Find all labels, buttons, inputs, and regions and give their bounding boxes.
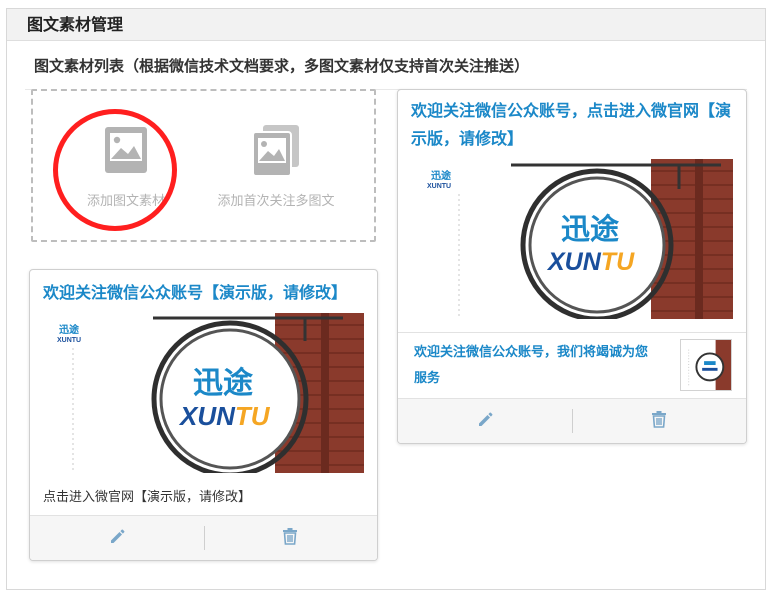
list-caption: 图文素材列表（根据微信技术文档要求，多图文素材仅支持首次关注推送） [34, 57, 530, 75]
cover-image: 迅途 XUNTU 迅途 XUNTU [411, 159, 733, 319]
pencil-icon [476, 410, 494, 432]
delete-button[interactable] [204, 516, 378, 560]
image-icon [101, 125, 151, 177]
card-description: 点击进入微官网【演示版，请修改】 [43, 490, 252, 505]
material-panel: 图文素材管理 图文素材列表（根据微信技术文档要求，多图文素材仅支持首次关注推送）… [6, 8, 766, 590]
edit-button[interactable] [30, 516, 204, 560]
card-actions [30, 516, 377, 560]
cover-image: 迅途 XUNTU 迅途 XUNTU [43, 313, 364, 473]
sub-article-title: 欢迎关注微信公众账号，我们将竭诚为您服务 [414, 345, 649, 386]
images-stack-icon [251, 125, 301, 177]
svg-text:迅途: 迅途 [561, 212, 620, 246]
sub-article-thumbnail [680, 339, 732, 391]
panel-header: 图文素材管理 [7, 9, 765, 41]
add-single-material-button[interactable]: 添加图文素材 [51, 91, 201, 241]
edit-button[interactable] [398, 399, 572, 443]
add-multi-material-label: 添加首次关注多图文 [217, 194, 335, 209]
panel-title: 图文素材管理 [27, 15, 124, 34]
trash-icon [281, 527, 299, 549]
svg-text:XUNTU: XUNTU [178, 401, 271, 431]
card-actions [398, 399, 746, 443]
svg-text:XUNTU: XUNTU [427, 183, 451, 190]
add-material-box: 添加图文素材 添加首次关注多图文 [31, 89, 376, 242]
svg-text:迅途: 迅途 [59, 323, 80, 336]
add-single-material-label: 添加图文素材 [86, 194, 165, 209]
svg-text:迅途: 迅途 [193, 366, 254, 400]
trash-icon [650, 410, 668, 432]
card-title[interactable]: 欢迎关注微信公众账号【演示版，请修改】 [43, 279, 347, 307]
add-multi-material-button[interactable]: 添加首次关注多图文 [201, 91, 351, 241]
sub-article-item[interactable]: 欢迎关注微信公众账号，我们将竭诚为您服务 [398, 333, 746, 401]
svg-text:XUNTU: XUNTU [57, 337, 81, 344]
card-title[interactable]: 欢迎关注微信公众账号，点击进入微官网【演示版，请修改】 [411, 97, 741, 153]
pencil-icon [108, 527, 126, 549]
delete-button[interactable] [572, 399, 746, 443]
material-card-single: 欢迎关注微信公众账号【演示版，请修改】 迅途 XUNTU 迅途 XUNTU 点击… [29, 269, 378, 561]
svg-text:迅途: 迅途 [431, 169, 452, 182]
svg-text:XUNTU: XUNTU [546, 248, 635, 276]
material-card-multi: 欢迎关注微信公众账号，点击进入微官网【演示版，请修改】 迅途 XUNTU 迅途 … [397, 89, 747, 444]
